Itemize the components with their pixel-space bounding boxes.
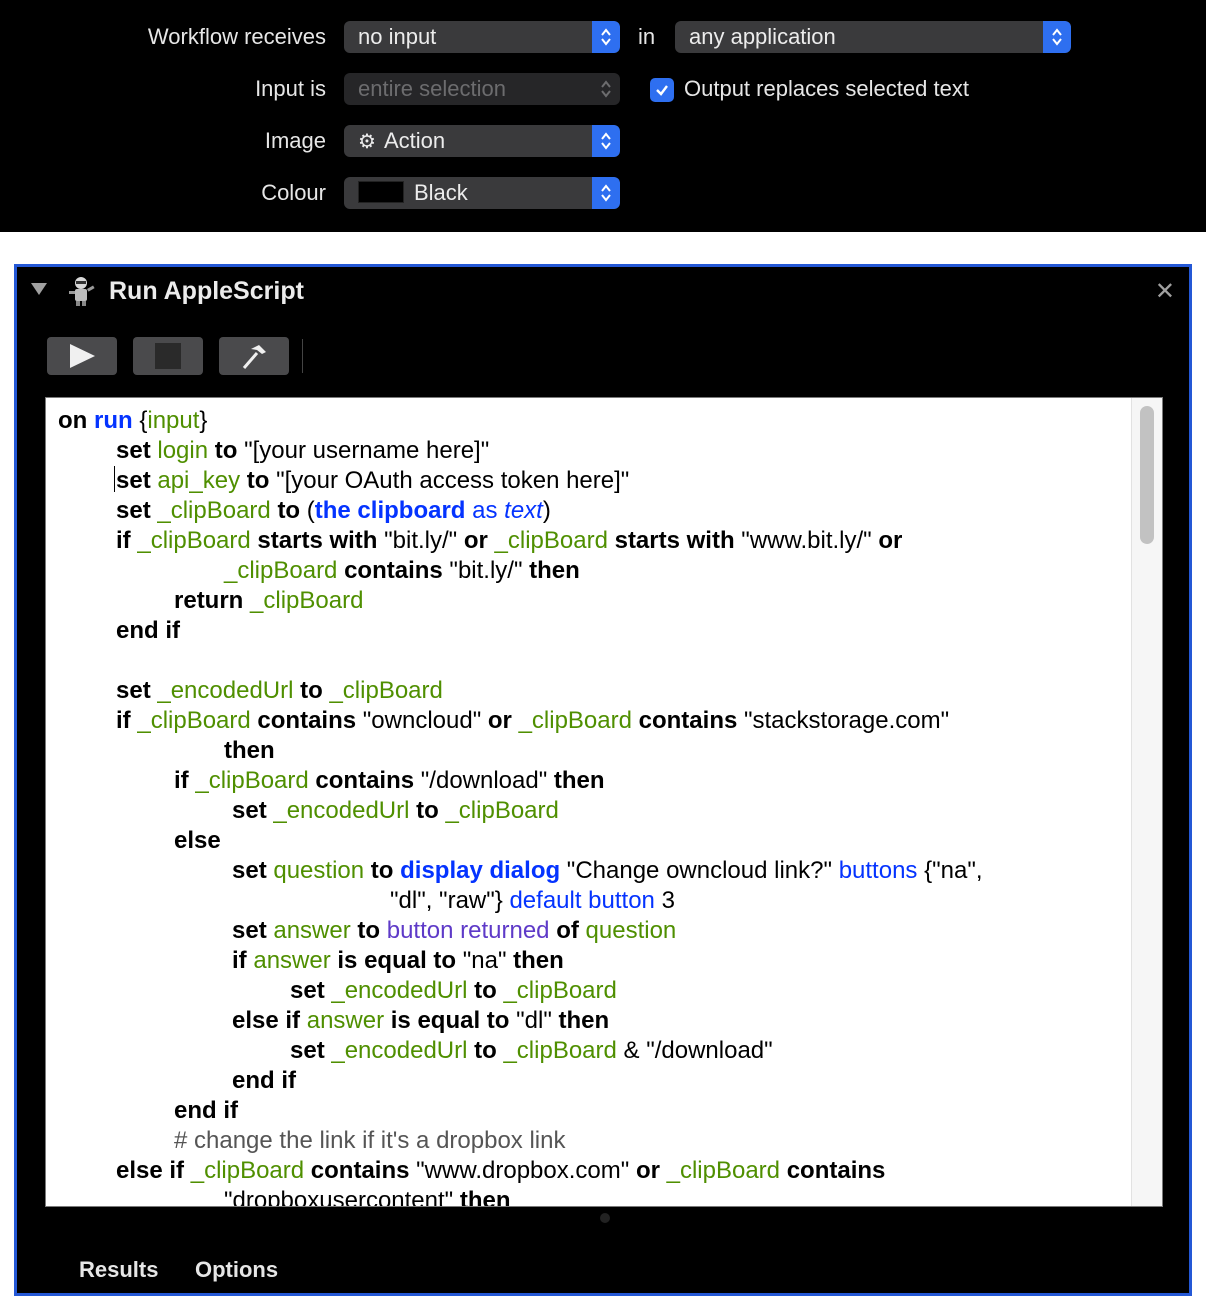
application-popup[interactable]: any application xyxy=(675,21,1071,53)
tab-results[interactable]: Results xyxy=(79,1257,158,1283)
code-line: "dl", "raw"} default button 3 xyxy=(390,887,675,914)
code-line: # change the link if it's a dropbox link xyxy=(174,1127,566,1154)
colour-label: Colour xyxy=(261,180,326,205)
action-title: Run AppleScript xyxy=(109,277,304,305)
stop-button[interactable] xyxy=(133,337,203,375)
workflow-receives-value: no input xyxy=(358,24,437,49)
gear-icon: ⚙ xyxy=(358,131,376,153)
compile-button[interactable] xyxy=(219,337,289,375)
code-line: if _clipBoard contains "/download" then xyxy=(174,767,605,794)
vertical-scrollbar[interactable] xyxy=(1131,398,1162,1206)
code-line: if _clipBoard contains "owncloud" or _cl… xyxy=(116,707,950,734)
output-replaces-checkbox[interactable] xyxy=(650,78,674,102)
in-label: in xyxy=(638,24,656,49)
stop-icon xyxy=(155,343,181,369)
script-editor[interactable]: on run {input} set login to "[your usern… xyxy=(45,397,1163,1207)
output-replaces-label[interactable]: Output replaces selected text xyxy=(684,76,969,102)
code-line: else if _clipBoard contains "www.dropbox… xyxy=(116,1157,886,1184)
code-line: set _encodedUrl to _clipBoard xyxy=(290,977,617,1004)
workflow-settings-panel: Workflow receives no input in any applic… xyxy=(0,0,1206,232)
text-caret xyxy=(114,466,115,492)
application-value: any application xyxy=(689,24,836,49)
code-line: set question to display dialog "Change o… xyxy=(232,857,983,884)
workflow-receives-label: Workflow receives xyxy=(147,24,326,49)
input-is-popup: entire selection xyxy=(344,73,620,105)
run-applescript-action: Run AppleScript ✕ on run {input} set log… xyxy=(14,264,1192,1296)
automator-robot-icon xyxy=(69,277,95,306)
updown-chevron-icon xyxy=(592,125,620,157)
colour-popup[interactable]: Black xyxy=(344,177,620,209)
image-label: Image xyxy=(264,128,326,153)
run-button[interactable] xyxy=(47,337,117,375)
disclosure-triangle-icon[interactable] xyxy=(31,283,47,295)
code-line: set _encodedUrl to _clipBoard xyxy=(116,677,443,704)
toolbar-separator xyxy=(302,339,303,373)
code-line: set login to "[your username here]" xyxy=(116,437,490,464)
code-line: else if answer is equal to "dl" then xyxy=(232,1007,610,1034)
code-line: set _clipBoard to (the clipboard as text… xyxy=(116,497,551,524)
checkmark-icon xyxy=(656,85,668,96)
code-line: set answer to button returned of questio… xyxy=(232,917,677,944)
code-line: on run {input} xyxy=(58,407,208,434)
updown-chevron-icon xyxy=(592,73,620,105)
code-line: end if xyxy=(232,1067,296,1094)
code-line: end if xyxy=(116,617,180,644)
hammer-icon xyxy=(242,345,266,369)
image-value: Action xyxy=(383,128,446,153)
updown-chevron-icon xyxy=(592,21,620,53)
updown-chevron-icon xyxy=(1043,21,1071,53)
code-line: "dropboxusercontent" then xyxy=(224,1187,511,1207)
colour-swatch xyxy=(358,181,404,204)
updown-chevron-icon xyxy=(592,177,620,209)
code-line: _clipBoard contains "bit.ly/" then xyxy=(224,557,580,584)
play-icon xyxy=(70,344,95,368)
input-is-label: Input is xyxy=(255,76,326,101)
code-line: if answer is equal to "na" then xyxy=(232,947,564,974)
code-line: set api_key to "[your OAuth access token… xyxy=(116,467,630,494)
code-line: set _encodedUrl to _clipBoard xyxy=(232,797,559,824)
code-line: else xyxy=(174,827,221,854)
colour-value: Black xyxy=(414,180,468,205)
code-line: set _encodedUrl to _clipBoard & "/downlo… xyxy=(290,1037,773,1064)
code-line: return _clipBoard xyxy=(174,587,364,614)
input-is-value: entire selection xyxy=(358,76,506,101)
close-icon[interactable]: ✕ xyxy=(1155,277,1175,306)
image-popup[interactable]: ⚙ Action xyxy=(344,125,620,157)
workflow-receives-popup[interactable]: no input xyxy=(344,21,620,53)
tab-options[interactable]: Options xyxy=(195,1257,278,1283)
code-line: if _clipBoard starts with "bit.ly/" or _… xyxy=(116,527,903,554)
scrollbar-thumb[interactable] xyxy=(1140,406,1154,544)
code-line: then xyxy=(224,737,275,764)
resize-handle[interactable] xyxy=(600,1213,610,1223)
code-area[interactable]: on run {input} set login to "[your usern… xyxy=(58,406,1126,1207)
code-line: end if xyxy=(174,1097,238,1124)
